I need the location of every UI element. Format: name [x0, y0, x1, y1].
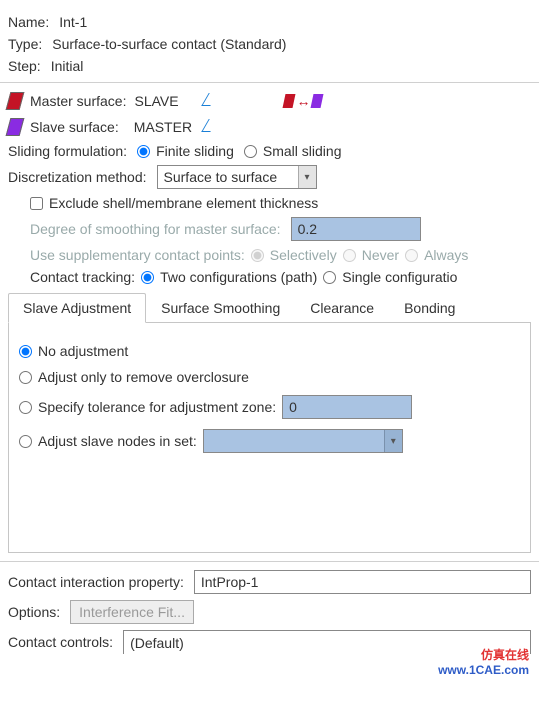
selectively-radio: Selectively: [251, 247, 337, 263]
always-radio: Always: [405, 247, 468, 263]
supplementary-label: Use supplementary contact points:: [30, 247, 245, 263]
name-label: Name:: [8, 14, 49, 30]
contact-controls-value: (Default): [130, 635, 184, 651]
single-config-label: Single configuratio: [342, 269, 457, 285]
exclude-shell-label: Exclude shell/membrane element thickness: [49, 195, 318, 211]
step-value: Initial: [51, 58, 84, 74]
no-adjustment-radio[interactable]: No adjustment: [19, 343, 128, 359]
smoothing-degree-label: Degree of smoothing for master surface:: [30, 221, 281, 237]
name-value: Int-1: [59, 14, 87, 30]
footer-line1: 仿真在线: [438, 646, 529, 663]
always-label: Always: [424, 247, 468, 263]
master-surface-icon: [6, 92, 25, 110]
overclosure-radio[interactable]: Adjust only to remove overclosure: [19, 369, 249, 385]
in-set-radio[interactable]: Adjust slave nodes in set:: [19, 433, 197, 449]
tab-body: No adjustment Adjust only to remove over…: [8, 323, 531, 553]
smoothing-degree-input[interactable]: 0.2: [291, 217, 421, 241]
master-surface-value: SLAVE: [134, 93, 194, 109]
tolerance-value: 0: [289, 399, 297, 415]
exclude-shell-checkbox[interactable]: Exclude shell/membrane element thickness: [30, 195, 318, 211]
slave-surface-label: Slave surface:: [30, 119, 119, 135]
interaction-property-value: IntProp-1: [201, 574, 259, 590]
type-value: Surface-to-surface contact (Standard): [52, 36, 286, 52]
in-set-select[interactable]: ▾: [203, 429, 403, 453]
footer-line2: www.1CAE.com: [438, 663, 529, 677]
interference-fit-button: Interference Fit...: [70, 600, 194, 624]
discretization-select[interactable]: Surface to surface ▾: [157, 165, 317, 189]
sliding-label: Sliding formulation:: [8, 143, 127, 159]
tolerance-label: Specify tolerance for adjustment zone:: [38, 399, 276, 415]
options-label: Options:: [8, 604, 60, 620]
master-surface-label: Master surface:: [30, 93, 126, 109]
slave-surface-value: MASTER: [134, 119, 194, 135]
step-label: Step:: [8, 58, 41, 74]
tab-bonding[interactable]: Bonding: [389, 293, 470, 322]
slave-surface-icon: [6, 118, 25, 136]
never-label: Never: [362, 247, 399, 263]
in-set-label: Adjust slave nodes in set:: [38, 433, 197, 449]
tolerance-input[interactable]: 0: [282, 395, 412, 419]
pick-slave-icon[interactable]: [202, 117, 218, 137]
two-config-label: Two configurations (path): [160, 269, 317, 285]
tab-clearance[interactable]: Clearance: [295, 293, 389, 322]
small-sliding-label: Small sliding: [263, 143, 342, 159]
discretization-value: Surface to surface: [164, 169, 278, 185]
watermark-footer: 仿真在线 www.1CAE.com: [438, 646, 529, 677]
pick-master-icon[interactable]: [202, 91, 218, 111]
finite-sliding-radio[interactable]: Finite sliding: [137, 143, 234, 159]
tolerance-radio[interactable]: Specify tolerance for adjustment zone:: [19, 399, 276, 415]
single-config-radio[interactable]: Single configuratio: [323, 269, 457, 285]
small-sliding-radio[interactable]: Small sliding: [244, 143, 342, 159]
tracking-label: Contact tracking:: [30, 269, 135, 285]
selectively-label: Selectively: [270, 247, 337, 263]
chevron-down-icon: ▾: [298, 166, 316, 188]
no-adjustment-label: No adjustment: [38, 343, 128, 359]
discretization-label: Discretization method:: [8, 169, 147, 185]
interaction-property-label: Contact interaction property:: [8, 574, 184, 590]
finite-sliding-label: Finite sliding: [156, 143, 234, 159]
two-config-radio[interactable]: Two configurations (path): [141, 269, 317, 285]
tab-slave-adjustment[interactable]: Slave Adjustment: [8, 293, 146, 323]
chevron-down-icon: ▾: [384, 430, 402, 452]
contact-controls-label: Contact controls:: [8, 634, 113, 650]
tab-surface-smoothing[interactable]: Surface Smoothing: [146, 293, 295, 322]
overclosure-label: Adjust only to remove overclosure: [38, 369, 249, 385]
swap-surfaces-button[interactable]: ↔: [284, 93, 322, 109]
interaction-property-select[interactable]: IntProp-1: [194, 570, 531, 594]
smoothing-degree-value: 0.2: [298, 221, 317, 237]
never-radio: Never: [343, 247, 399, 263]
type-label: Type:: [8, 36, 42, 52]
tabs: Slave Adjustment Surface Smoothing Clear…: [8, 293, 531, 323]
